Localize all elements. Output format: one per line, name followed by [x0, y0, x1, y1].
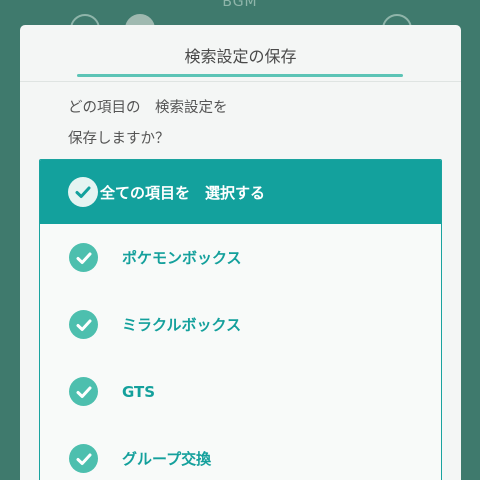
select-all-label: 全ての項目を 選択する [100, 183, 266, 202]
dialog-prompt: どの項目の 検索設定を 保存しますか？ [20, 83, 461, 155]
checkmark-icon [69, 377, 98, 406]
option-label: グループ交換 [122, 450, 212, 468]
checkmark-icon [68, 177, 98, 207]
option-label: ミラクルボックス [122, 316, 242, 334]
title-underline [77, 74, 403, 77]
dialog-header: 検索設定の保存 [20, 25, 461, 83]
options-list: 全ての項目を 選択する ポケモンボックス ミラクルボックス GTS グループ交換 [39, 159, 442, 480]
option-group-trade[interactable]: グループ交換 [40, 425, 441, 480]
option-label: ポケモンボックス [122, 249, 242, 267]
dialog-title: 検索設定の保存 [184, 47, 297, 66]
option-gts[interactable]: GTS [40, 358, 441, 425]
checkmark-icon [69, 444, 98, 473]
option-label: GTS [122, 382, 156, 401]
select-all-option[interactable]: 全ての項目を 選択する [40, 160, 441, 224]
checkmark-icon [69, 310, 98, 339]
option-wonder-box[interactable]: ミラクルボックス [40, 291, 441, 358]
prompt-line-1: どの項目の 検索設定を [68, 100, 228, 116]
prompt-line-2: 保存しますか？ [68, 131, 170, 147]
save-search-settings-dialog: 検索設定の保存 どの項目の 検索設定を 保存しますか？ 全ての項目を 選択する … [20, 25, 461, 480]
header-divider [20, 81, 461, 82]
checkmark-icon [69, 243, 98, 272]
background-bgm-label: BGM [222, 0, 258, 10]
option-pokemon-box[interactable]: ポケモンボックス [40, 224, 441, 291]
